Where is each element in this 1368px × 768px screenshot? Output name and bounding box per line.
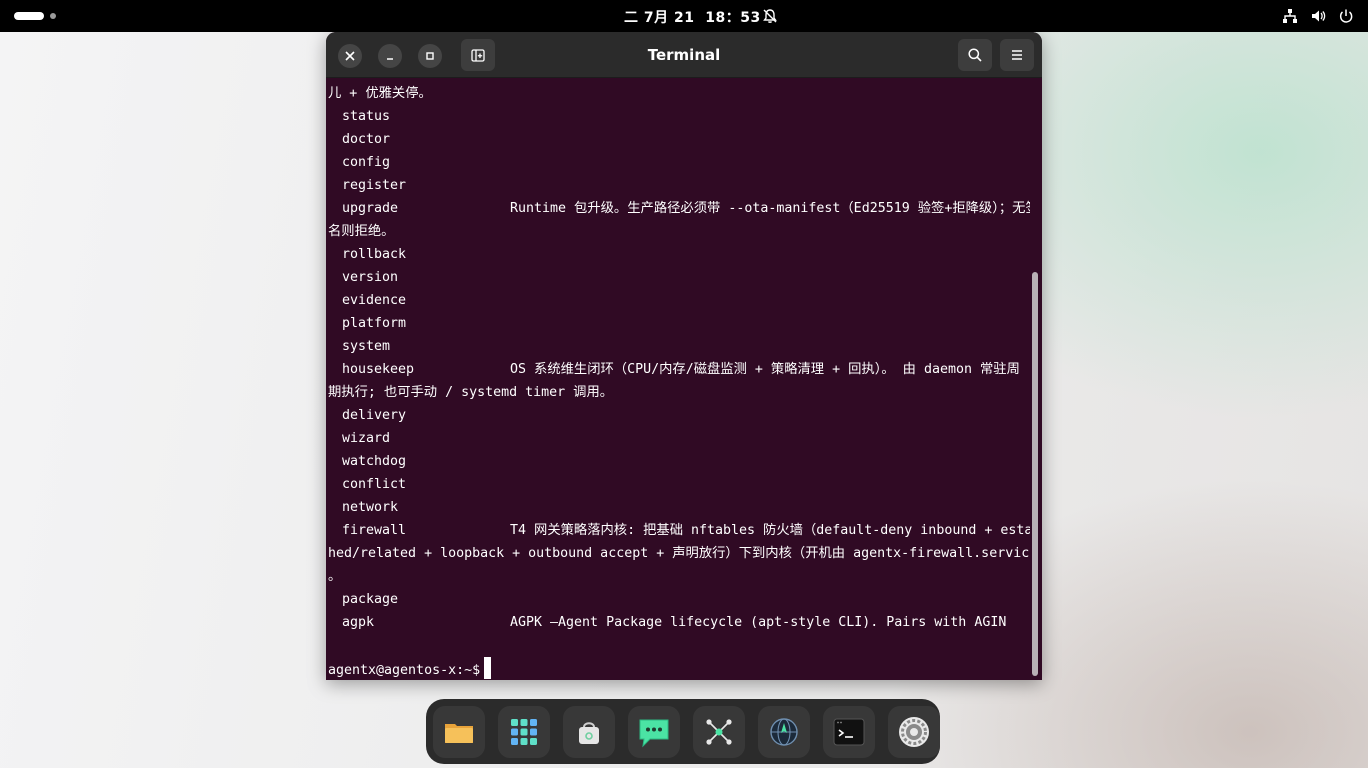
dock-app-grid[interactable] [498, 705, 550, 758]
workspace-dot[interactable] [50, 13, 56, 19]
terminal-line: package [328, 588, 1030, 611]
terminal-line: hed/related + loopback + outbound accept… [328, 542, 1030, 565]
menu-button[interactable] [1000, 39, 1034, 71]
chat-icon [639, 719, 669, 747]
volume-icon[interactable] [1310, 8, 1326, 24]
terminal-line: network [328, 496, 1030, 519]
command-name: wizard [342, 431, 391, 446]
top-bar: 二 7月 21 18：53 [0, 0, 1368, 32]
command-name: system [342, 339, 391, 354]
terminal-line: config [328, 151, 1030, 174]
line-text: 期执行; 也可手动 / systemd timer 调用。 [328, 385, 614, 400]
terminal-line: delivery [328, 404, 1030, 427]
terminal-line: 儿 + 优雅关停。 [328, 82, 1030, 105]
terminal-line: version [328, 266, 1030, 289]
bell-muted-icon[interactable] [762, 8, 778, 24]
command-name: network [342, 500, 399, 515]
terminal-line: watchdog [328, 450, 1030, 473]
terminal-line: 名则拒绝。 [328, 220, 1030, 243]
command-name: agpk [342, 615, 375, 630]
terminal-line: housekeep OS 系统维生闭环（CPU/内存/磁盘监测 + 策略清理 + … [328, 358, 1030, 381]
command-description: Runtime 包升级。生产路径必须带 --ota-manifest（Ed255… [510, 201, 1030, 216]
line-text: 。 [328, 569, 342, 584]
dock-network-graph[interactable] [693, 705, 745, 758]
command-name: firewall [342, 523, 407, 538]
terminal-line: doctor [328, 128, 1030, 151]
line-text: hed/related + loopback + outbound accept… [328, 546, 1030, 561]
search-icon [968, 48, 982, 62]
app-grid-icon [511, 718, 537, 745]
command-name: status [342, 109, 391, 124]
browser-globe-icon [770, 717, 798, 746]
terminal-line: register [328, 174, 1030, 197]
network-icon[interactable] [1282, 8, 1298, 24]
software-store-icon [579, 721, 599, 744]
command-name: register [342, 178, 407, 193]
shell-prompt: agentx@agentos-x:~$ [328, 663, 481, 678]
command-description: OS 系统维生闭环（CPU/内存/磁盘监测 + 策略清理 + 回执）。 由 da… [510, 362, 1020, 377]
terminal-line: rollback [328, 243, 1030, 266]
terminal-icon [833, 718, 865, 745]
dock-chat[interactable] [628, 705, 680, 758]
command-name: delivery [342, 408, 407, 423]
terminal-line: upgrade Runtime 包升级。生产路径必须带 --ota-manifes… [328, 197, 1030, 220]
settings-gear-icon [899, 716, 929, 747]
command-name: package [342, 592, 399, 607]
command-name: rollback [342, 247, 407, 262]
command-name: doctor [342, 132, 391, 147]
dock-browser[interactable] [758, 705, 810, 758]
search-button[interactable] [958, 39, 992, 71]
terminal-line: system [328, 335, 1030, 358]
menu-icon [1012, 50, 1022, 60]
command-name: housekeep [342, 362, 415, 377]
terminal-line: platform [328, 312, 1030, 335]
line-text: 儿 + 优雅关停。 [328, 86, 432, 101]
dock-files[interactable] [433, 705, 485, 758]
command-name: conflict [342, 477, 407, 492]
command-name: version [342, 270, 399, 285]
workspace-active[interactable] [14, 12, 44, 20]
scrollbar-thumb[interactable] [1032, 272, 1038, 676]
terminal-line: wizard [328, 427, 1030, 450]
clock[interactable]: 二 7月 21 18：53 [624, 7, 761, 27]
command-description: T4 网关策略落内核: 把基础 nftables 防火墙（default-den… [510, 523, 1030, 538]
prompt-line[interactable]: agentx@agentos-x:~$ [328, 657, 1030, 680]
files-icon [445, 723, 473, 743]
command-name: upgrade [342, 201, 399, 216]
terminal-window[interactable]: Terminal 儿 + 优雅关停。 status doctor config regi… [326, 32, 1042, 680]
network-graph-icon [706, 718, 732, 745]
window-title: Terminal [647, 46, 721, 64]
terminal-line: 。 [328, 565, 1030, 588]
workspace-indicator[interactable] [14, 12, 56, 20]
dock-settings[interactable] [888, 705, 940, 758]
system-tray[interactable] [1282, 8, 1354, 24]
command-name: evidence [342, 293, 407, 308]
terminal-output[interactable]: 儿 + 优雅关停。 status doctor config register upgra… [328, 82, 1030, 680]
line-text: 名则拒绝。 [328, 224, 395, 239]
command-name: platform [342, 316, 407, 331]
command-description: AGPK —Agent Package lifecycle (apt-style… [510, 615, 1007, 630]
terminal-line: evidence [328, 289, 1030, 312]
terminal-line: firewall T4 网关策略落内核: 把基础 nftables 防火墙（def… [328, 519, 1030, 542]
command-name: config [342, 155, 391, 170]
command-name: watchdog [342, 454, 407, 469]
dock-terminal[interactable] [823, 705, 875, 758]
dock [426, 699, 940, 764]
header-bar[interactable]: Terminal [326, 32, 1042, 78]
terminal-line: status [328, 105, 1030, 128]
terminal-line: 期执行; 也可手动 / systemd timer 调用。 [328, 381, 1030, 404]
terminal-line: agpk AGPK —Agent Package lifecycle (apt-s… [328, 611, 1030, 634]
power-icon[interactable] [1338, 8, 1354, 24]
terminal-line: conflict [328, 473, 1030, 496]
text-cursor [484, 657, 492, 679]
dock-software-store[interactable] [563, 705, 615, 758]
